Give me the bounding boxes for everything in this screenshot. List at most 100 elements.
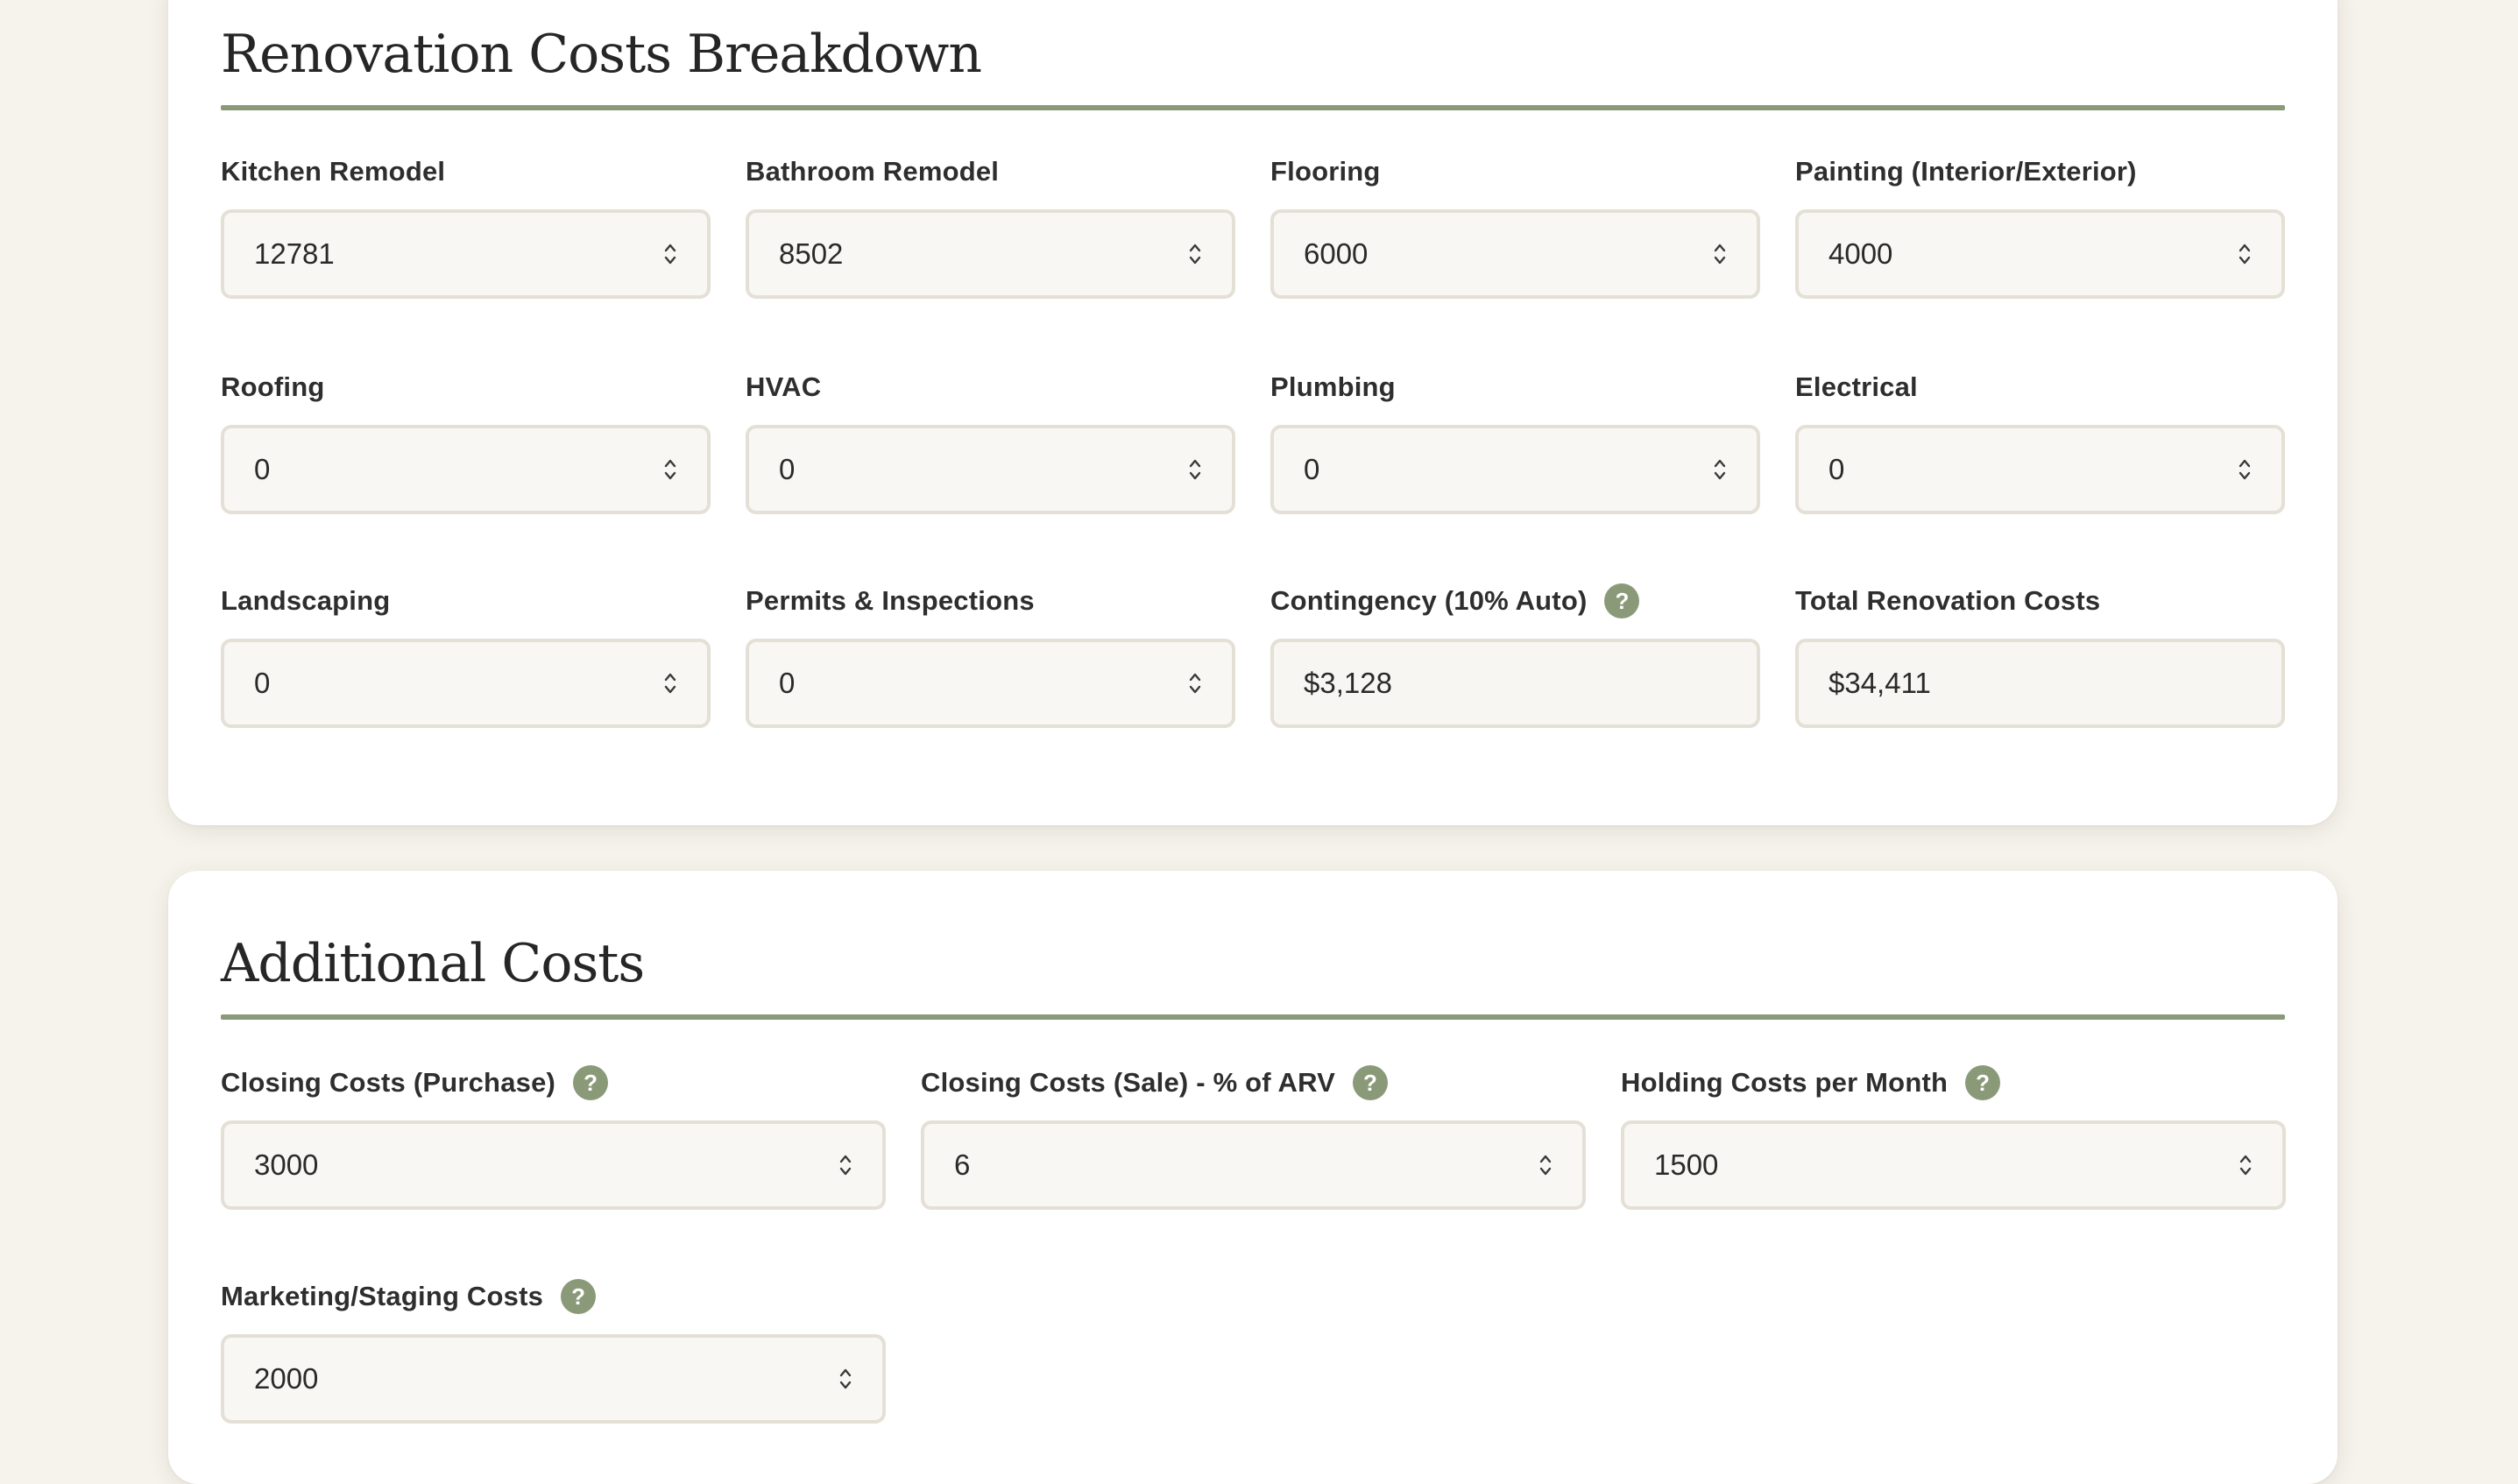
field-contingency-10-auto-label: Contingency (10% Auto) (1270, 585, 1588, 616)
field-hvac: HVAC 0 (746, 324, 1235, 538)
label-row: Roofing (221, 370, 711, 405)
field-holding-costs-per-month: Holding Costs per Month? 1500 (1621, 1020, 2286, 1233)
field-painting-interior-exterior-input[interactable]: 4000 (1795, 209, 2285, 299)
field-closing-costs-purchase: Closing Costs (Purchase)? 3000 (221, 1020, 886, 1233)
field-total-renovation-costs-value: $34,411 (1828, 667, 1931, 699)
spinner-icon[interactable] (1188, 668, 1202, 698)
field-electrical-label: Electrical (1795, 371, 1918, 402)
field-marketing-staging-costs-input[interactable]: 2000 (221, 1334, 886, 1424)
field-bathroom-remodel: Bathroom Remodel 8502 (746, 110, 1235, 324)
renovation-costs-card: Renovation Costs Breakdown Kitchen Remod… (168, 0, 2338, 825)
help-icon[interactable]: ? (1604, 583, 1640, 618)
field-closing-costs-sale-of-arv-value: 6 (954, 1148, 971, 1181)
label-row: Bathroom Remodel (746, 154, 1235, 189)
label-row: Closing Costs (Sale) - % of ARV? (921, 1065, 1586, 1100)
field-bathroom-remodel-label: Bathroom Remodel (746, 156, 1000, 187)
help-icon[interactable]: ? (561, 1279, 597, 1314)
field-plumbing-value: 0 (1304, 453, 1320, 485)
field-kitchen-remodel-value: 12781 (254, 237, 335, 270)
field-flooring-input[interactable]: 6000 (1270, 209, 1760, 299)
label-row: HVAC (746, 370, 1235, 405)
spinner-icon[interactable] (2239, 1150, 2253, 1180)
field-painting-interior-exterior-value: 4000 (1828, 237, 1893, 270)
label-row: Permits & Inspections (746, 583, 1235, 618)
field-landscaping-input[interactable]: 0 (221, 639, 711, 728)
field-hvac-value: 0 (779, 453, 796, 485)
spinner-icon[interactable] (2238, 455, 2252, 484)
field-electrical: Electrical 0 (1795, 324, 2285, 538)
field-contingency-10-auto-display: $3,128 (1270, 639, 1760, 728)
field-closing-costs-purchase-input[interactable]: 3000 (221, 1120, 886, 1210)
field-flooring: Flooring 6000 (1270, 110, 1760, 324)
field-contingency-10-auto: Contingency (10% Auto)? $3,128 (1270, 538, 1760, 752)
label-row: Plumbing (1270, 370, 1760, 405)
field-holding-costs-per-month-value: 1500 (1654, 1148, 1719, 1181)
spinner-icon[interactable] (1713, 239, 1727, 269)
label-row: Holding Costs per Month? (1621, 1065, 2286, 1100)
field-painting-interior-exterior: Painting (Interior/Exterior) 4000 (1795, 110, 2285, 324)
help-icon[interactable]: ? (573, 1065, 609, 1100)
field-permits-inspections-input[interactable]: 0 (746, 639, 1235, 728)
spinner-icon[interactable] (663, 455, 677, 484)
field-closing-costs-purchase-value: 3000 (254, 1148, 319, 1181)
help-icon[interactable]: ? (1965, 1065, 2001, 1100)
field-closing-costs-sale-of-arv-label: Closing Costs (Sale) - % of ARV (921, 1067, 1335, 1098)
field-marketing-staging-costs: Marketing/Staging Costs? 2000 (221, 1233, 886, 1447)
spinner-icon[interactable] (838, 1364, 852, 1394)
field-painting-interior-exterior-label: Painting (Interior/Exterior) (1795, 156, 2137, 187)
spinner-icon[interactable] (2238, 239, 2252, 269)
field-electrical-input[interactable]: 0 (1795, 425, 2285, 514)
field-plumbing-input[interactable]: 0 (1270, 425, 1760, 514)
field-marketing-staging-costs-value: 2000 (254, 1362, 319, 1395)
field-holding-costs-per-month-input[interactable]: 1500 (1621, 1120, 2286, 1210)
additional-fields-grid: Closing Costs (Purchase)? 3000 Closing Cos… (221, 1020, 2286, 1447)
field-permits-inspections-value: 0 (779, 667, 796, 699)
renovation-fields-grid: Kitchen Remodel 12781 Bathroom Remodel 8502… (221, 110, 2285, 752)
spinner-icon[interactable] (1713, 455, 1727, 484)
field-closing-costs-purchase-label: Closing Costs (Purchase) (221, 1067, 556, 1098)
label-row: Kitchen Remodel (221, 154, 711, 189)
field-permits-inspections-label: Permits & Inspections (746, 585, 1035, 616)
field-roofing-input[interactable]: 0 (221, 425, 711, 514)
field-kitchen-remodel-input[interactable]: 12781 (221, 209, 711, 299)
field-total-renovation-costs: Total Renovation Costs $34,411 (1795, 538, 2285, 752)
field-bathroom-remodel-value: 8502 (779, 237, 844, 270)
field-contingency-10-auto-value: $3,128 (1304, 667, 1392, 699)
field-roofing: Roofing 0 (221, 324, 711, 538)
field-bathroom-remodel-input[interactable]: 8502 (746, 209, 1235, 299)
spinner-icon[interactable] (1538, 1150, 1553, 1180)
field-plumbing-label: Plumbing (1270, 371, 1396, 402)
help-icon[interactable]: ? (1352, 1065, 1388, 1100)
label-row: Total Renovation Costs (1795, 583, 2285, 618)
field-hvac-label: HVAC (746, 371, 822, 402)
spinner-icon[interactable] (1188, 239, 1202, 269)
additional-costs-card: Additional Costs Closing Costs (Purchase… (168, 871, 2338, 1484)
field-roofing-label: Roofing (221, 371, 325, 402)
field-permits-inspections: Permits & Inspections 0 (746, 538, 1235, 752)
label-row: Electrical (1795, 370, 2285, 405)
field-closing-costs-sale-of-arv-input[interactable]: 6 (921, 1120, 1586, 1210)
spinner-icon[interactable] (663, 668, 677, 698)
label-row: Closing Costs (Purchase)? (221, 1065, 886, 1100)
field-roofing-value: 0 (254, 453, 271, 485)
field-landscaping-label: Landscaping (221, 585, 391, 616)
field-kitchen-remodel: Kitchen Remodel 12781 (221, 110, 711, 324)
label-row: Marketing/Staging Costs? (221, 1279, 886, 1314)
field-landscaping-value: 0 (254, 667, 271, 699)
field-holding-costs-per-month-label: Holding Costs per Month (1621, 1067, 1949, 1098)
field-electrical-value: 0 (1828, 453, 1845, 485)
spinner-icon[interactable] (663, 239, 677, 269)
field-flooring-value: 6000 (1304, 237, 1369, 270)
label-row: Landscaping (221, 583, 711, 618)
field-hvac-input[interactable]: 0 (746, 425, 1235, 514)
label-row: Painting (Interior/Exterior) (1795, 154, 2285, 189)
field-landscaping: Landscaping 0 (221, 538, 711, 752)
spinner-icon[interactable] (838, 1150, 852, 1180)
field-total-renovation-costs-label: Total Renovation Costs (1795, 585, 2101, 616)
section-title-renovation: Renovation Costs Breakdown (221, 24, 982, 85)
field-total-renovation-costs-display: $34,411 (1795, 639, 2285, 728)
field-closing-costs-sale-of-arv: Closing Costs (Sale) - % of ARV? 6 (921, 1020, 1586, 1233)
spinner-icon[interactable] (1188, 455, 1202, 484)
section-title-additional: Additional Costs (221, 933, 645, 994)
field-marketing-staging-costs-label: Marketing/Staging Costs (221, 1281, 544, 1311)
